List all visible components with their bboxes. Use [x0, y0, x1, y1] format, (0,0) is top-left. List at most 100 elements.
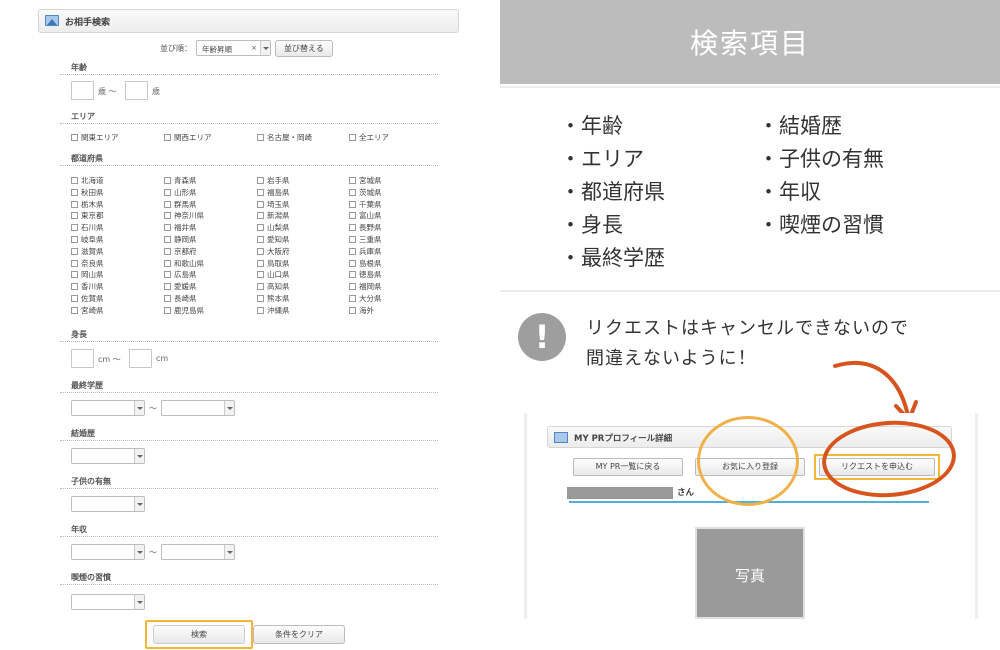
prefecture-checkbox[interactable]: 海外: [349, 305, 374, 316]
prefecture-checkbox[interactable]: 和歌山県: [164, 258, 204, 269]
checkbox-box[interactable]: [349, 212, 356, 220]
prefecture-checkbox[interactable]: 石川県: [71, 222, 104, 233]
prefecture-checkbox[interactable]: 奈良県: [71, 258, 104, 269]
checkbox-box[interactable]: [164, 177, 171, 184]
prefecture-checkbox[interactable]: 愛知県: [257, 234, 290, 245]
checkbox-box[interactable]: [349, 188, 356, 196]
checkbox-box[interactable]: [257, 247, 264, 255]
income-to-select[interactable]: [161, 544, 235, 560]
checkbox-box[interactable]: [349, 283, 356, 291]
checkbox-box[interactable]: [349, 200, 356, 208]
prefecture-checkbox[interactable]: 高知県: [257, 281, 290, 292]
prefecture-checkbox[interactable]: 佐賀県: [71, 293, 104, 304]
checkbox-box[interactable]: [257, 306, 264, 314]
checkbox-box[interactable]: [164, 200, 171, 208]
prefecture-checkbox[interactable]: 福岡県: [349, 281, 382, 292]
prefecture-checkbox[interactable]: 福井県: [164, 222, 197, 233]
checkbox-box[interactable]: [164, 283, 171, 291]
checkbox-box[interactable]: [257, 283, 264, 291]
height-from-input[interactable]: [71, 349, 94, 368]
smoking-select[interactable]: [71, 594, 145, 610]
checkbox-box[interactable]: [257, 134, 264, 141]
prefecture-checkbox[interactable]: 長野県: [349, 222, 382, 233]
checkbox-box[interactable]: [71, 259, 78, 267]
checkbox-box[interactable]: [71, 177, 78, 184]
checkbox-box[interactable]: [257, 212, 264, 220]
checkbox-box[interactable]: [257, 200, 264, 208]
checkbox-box[interactable]: [349, 224, 356, 232]
checkbox-box[interactable]: [164, 224, 171, 232]
checkbox-box[interactable]: [257, 188, 264, 196]
age-to-input[interactable]: [125, 81, 148, 100]
checkbox-box[interactable]: [71, 134, 78, 141]
prefecture-checkbox[interactable]: 神奈川県: [164, 210, 204, 221]
education-from-select[interactable]: [71, 400, 145, 416]
checkbox-box[interactable]: [257, 295, 264, 302]
prefecture-checkbox[interactable]: 岡山県: [71, 269, 104, 280]
prefecture-checkbox[interactable]: 大阪府: [257, 246, 290, 257]
checkbox-box[interactable]: [349, 306, 356, 314]
prefecture-checkbox[interactable]: 北海道: [71, 175, 104, 186]
checkbox-box[interactable]: [349, 259, 356, 267]
area-checkbox[interactable]: 関東エリア: [71, 132, 119, 143]
checkbox-box[interactable]: [164, 247, 171, 255]
prefecture-checkbox[interactable]: 徳島県: [349, 269, 382, 280]
area-checkbox[interactable]: 全エリア: [349, 132, 389, 143]
checkbox-box[interactable]: [257, 224, 264, 232]
checkbox-box[interactable]: [71, 224, 78, 232]
prefecture-checkbox[interactable]: 岐阜県: [71, 234, 104, 245]
prefecture-checkbox[interactable]: 三重県: [349, 234, 382, 245]
checkbox-box[interactable]: [164, 134, 171, 141]
checkbox-box[interactable]: [349, 177, 356, 184]
prefecture-checkbox[interactable]: 山梨県: [257, 222, 290, 233]
checkbox-box[interactable]: [164, 188, 171, 196]
clear-conditions-button[interactable]: 条件をクリア: [253, 625, 345, 644]
clear-x-icon[interactable]: ×: [251, 44, 257, 52]
checkbox-box[interactable]: [71, 306, 78, 314]
prefecture-checkbox[interactable]: 長崎県: [164, 293, 197, 304]
checkbox-box[interactable]: [349, 247, 356, 255]
height-to-input[interactable]: [129, 349, 152, 368]
checkbox-box[interactable]: [164, 236, 171, 243]
prefecture-checkbox[interactable]: 鳥取県: [257, 258, 290, 269]
checkbox-box[interactable]: [164, 306, 171, 314]
area-checkbox[interactable]: 名古屋・岡崎: [257, 132, 312, 143]
checkbox-box[interactable]: [257, 271, 264, 279]
prefecture-checkbox[interactable]: 沖縄県: [257, 305, 290, 316]
prefecture-checkbox[interactable]: 茨城県: [349, 187, 382, 198]
prefecture-checkbox[interactable]: 山形県: [164, 187, 197, 198]
checkbox-box[interactable]: [71, 236, 78, 243]
checkbox-box[interactable]: [164, 295, 171, 302]
back-to-list-button[interactable]: MY PR一覧に戻る: [573, 458, 683, 476]
checkbox-box[interactable]: [349, 295, 356, 302]
prefecture-checkbox[interactable]: 福島県: [257, 187, 290, 198]
prefecture-checkbox[interactable]: 愛媛県: [164, 281, 197, 292]
prefecture-checkbox[interactable]: 香川県: [71, 281, 104, 292]
prefecture-checkbox[interactable]: 富山県: [349, 210, 382, 221]
prefecture-checkbox[interactable]: 京都府: [164, 246, 197, 257]
sort-button[interactable]: 並び替える: [275, 39, 333, 57]
area-checkbox[interactable]: 関西エリア: [164, 132, 212, 143]
prefecture-checkbox[interactable]: 島根県: [349, 258, 382, 269]
education-to-select[interactable]: [161, 400, 235, 416]
children-select[interactable]: [71, 496, 145, 512]
checkbox-box[interactable]: [349, 236, 356, 243]
prefecture-checkbox[interactable]: 青森県: [164, 175, 197, 186]
checkbox-box[interactable]: [164, 212, 171, 220]
checkbox-box[interactable]: [71, 283, 78, 291]
prefecture-checkbox[interactable]: 滋賀県: [71, 246, 104, 257]
checkbox-box[interactable]: [349, 134, 356, 141]
search-button[interactable]: 検索: [153, 625, 245, 644]
prefecture-checkbox[interactable]: 岩手県: [257, 175, 290, 186]
prefecture-checkbox[interactable]: 熊本県: [257, 293, 290, 304]
prefecture-checkbox[interactable]: 群馬県: [164, 199, 197, 210]
checkbox-box[interactable]: [71, 247, 78, 255]
prefecture-checkbox[interactable]: 栃木県: [71, 199, 104, 210]
prefecture-checkbox[interactable]: 東京都: [71, 210, 104, 221]
checkbox-box[interactable]: [71, 295, 78, 302]
checkbox-box[interactable]: [164, 259, 171, 267]
prefecture-checkbox[interactable]: 埼玉県: [257, 199, 290, 210]
sort-select[interactable]: 年齢昇順 ×: [196, 40, 271, 56]
checkbox-box[interactable]: [164, 271, 171, 279]
prefecture-checkbox[interactable]: 宮崎県: [71, 305, 104, 316]
